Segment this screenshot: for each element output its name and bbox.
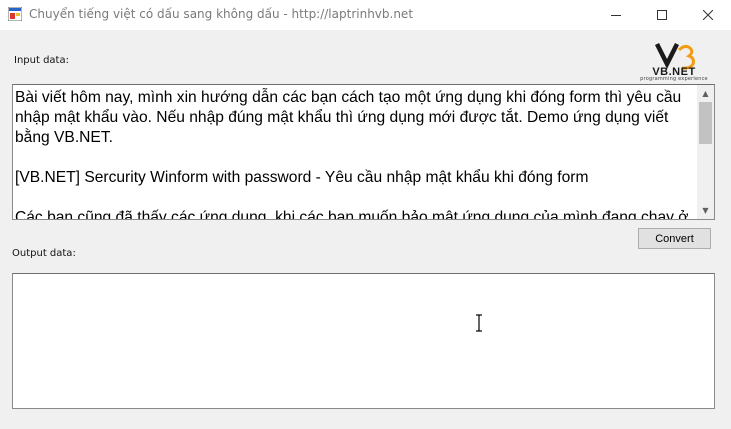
text-cursor-icon [476,314,482,332]
scroll-thumb[interactable] [699,102,712,144]
close-button[interactable] [685,0,731,30]
scroll-up-icon[interactable]: ▲ [697,85,714,102]
close-icon [703,10,713,20]
minimize-button[interactable] [593,0,639,30]
minimize-icon [611,15,621,16]
input-text[interactable]: Bài viết hôm nay, mình xin hướng dẫn các… [15,88,695,219]
output-textbox[interactable] [12,273,715,409]
input-textbox[interactable]: Bài viết hôm nay, mình xin hướng dẫn các… [12,84,715,220]
logo-subtitle: programming experience [640,76,708,82]
scroll-down-icon[interactable]: ▼ [697,202,714,219]
window-title: Chuyển tiếng việt có dấu sang không dấu … [29,7,414,21]
convert-button[interactable]: Convert [638,228,711,249]
title-bar[interactable]: Chuyển tiếng việt có dấu sang không dấu … [0,0,731,30]
input-scrollbar[interactable]: ▲ ▼ [697,85,714,219]
input-label: Input data: [14,55,69,66]
app-icon[interactable] [8,7,22,21]
maximize-button[interactable] [639,0,685,30]
output-label: Output data: [12,248,76,259]
maximize-icon [657,10,667,20]
logo-text: VB.NET [652,66,695,76]
vbnet-logo-icon: VB.NET [652,42,695,76]
